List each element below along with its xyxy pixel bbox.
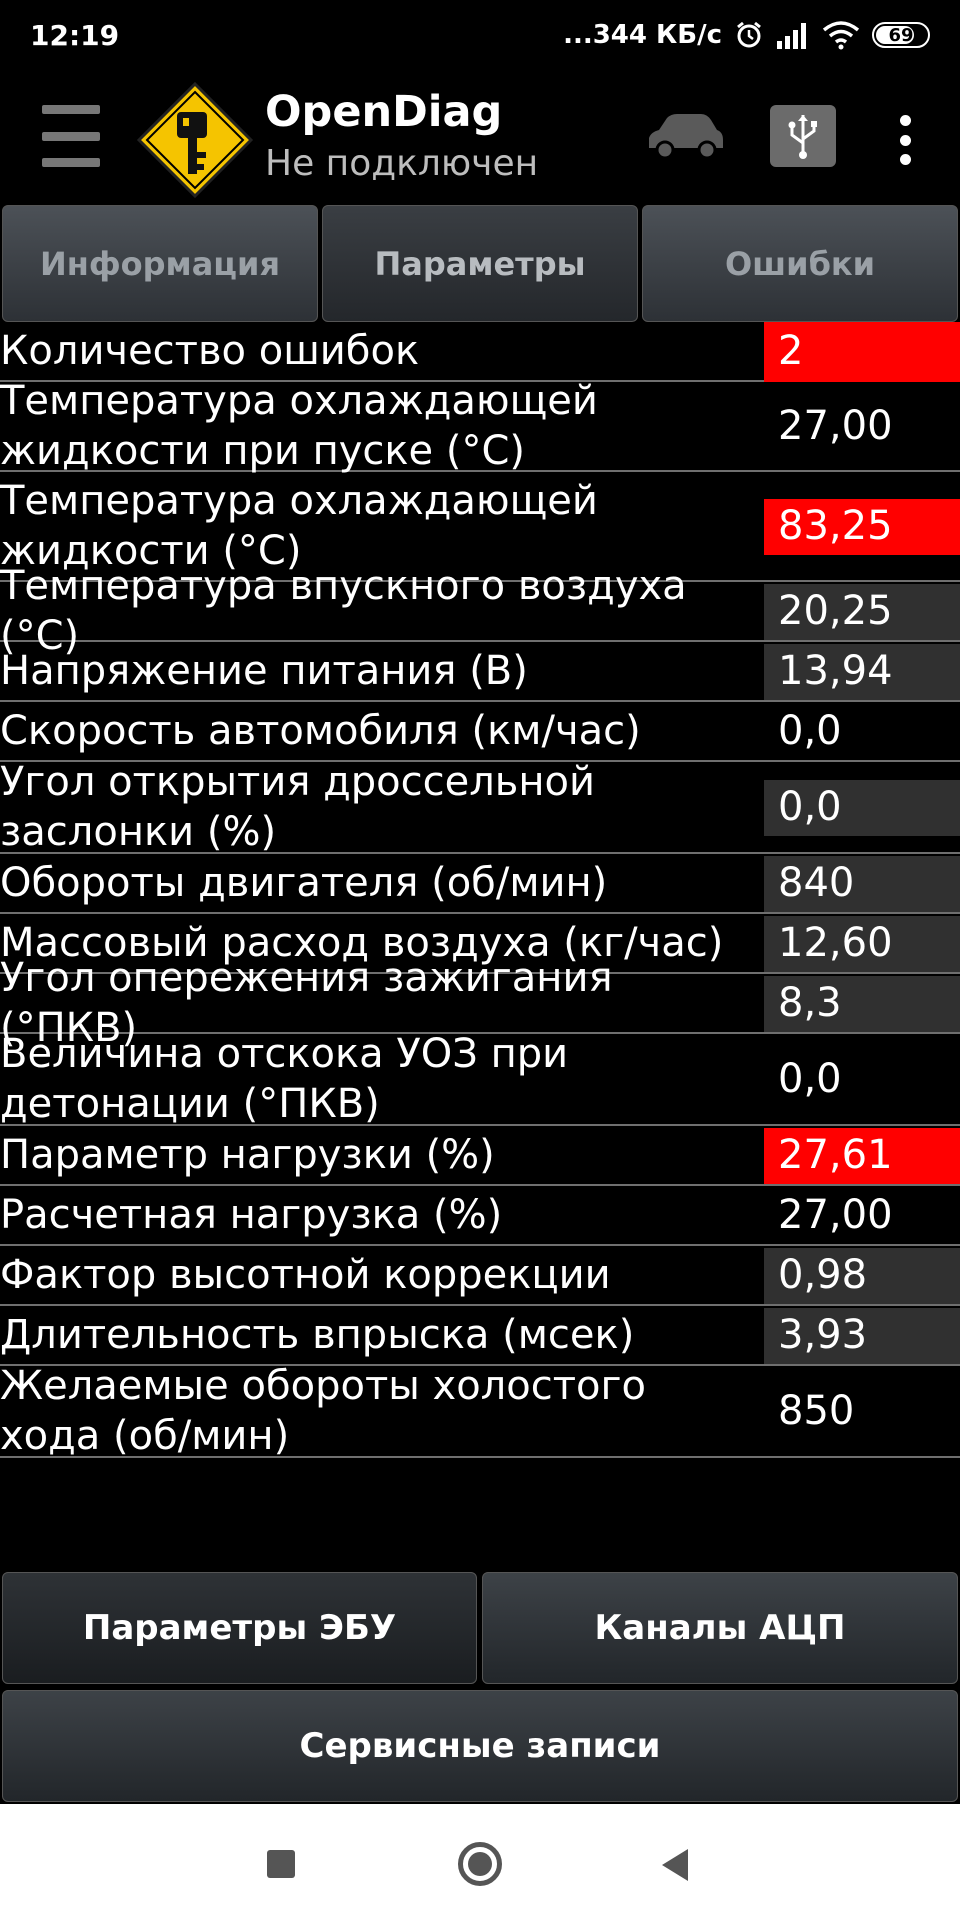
parameter-value: 840 xyxy=(764,854,960,912)
usb-button[interactable] xyxy=(770,105,836,167)
table-row: Фактор высотной коррекции 0,98 xyxy=(0,1246,960,1306)
parameter-label: Параметр нагрузки (%) xyxy=(0,1132,495,1178)
battery-icon: 69 xyxy=(872,22,930,48)
table-row: Скорость автомобиля (км/час) 0,0 xyxy=(0,702,960,762)
parameter-value: 13,94 xyxy=(764,642,960,700)
parameter-label: Температура впускного воздуха (°C) xyxy=(0,563,687,659)
key-diamond-logo-icon xyxy=(136,81,254,199)
parameter-label: Величина отскока УОЗ при детонации (°ПКВ… xyxy=(0,1031,569,1127)
parameter-value-text: 13,94 xyxy=(778,648,893,694)
table-row: Температура охлаждающей жидкости при пус… xyxy=(0,378,960,474)
table-row: Количество ошибок 2 xyxy=(0,322,960,382)
app-toolbar: OpenDiag Не подключен xyxy=(0,70,960,205)
parameter-value: 27,00 xyxy=(764,1186,960,1244)
parameter-label: Количество ошибок xyxy=(0,328,420,374)
parameter-value: 850 xyxy=(764,1366,960,1456)
parameter-value-text: 3,93 xyxy=(778,1312,868,1358)
signal-bars-icon xyxy=(777,23,806,49)
parameter-value-text: 850 xyxy=(778,1388,855,1434)
table-row: Величина отскока УОЗ при детонации (°ПКВ… xyxy=(0,1031,960,1127)
ecu-params-button[interactable]: Параметры ЭБУ xyxy=(2,1572,477,1684)
parameter-value-text: 0,0 xyxy=(778,784,842,830)
status-time: 12:19 xyxy=(30,18,120,52)
parameter-value-text: 2 xyxy=(778,328,804,374)
parameters-table: Количество ошибок 2 Температура охлаждающе… xyxy=(0,322,960,1568)
parameter-value-text: 0,0 xyxy=(778,1056,842,1102)
table-row: Длительность впрыска (мсек) 3,93 xyxy=(0,1306,960,1366)
parameter-value: 2 xyxy=(764,322,960,382)
battery-level: 69 xyxy=(888,24,914,46)
alarm-clock-icon xyxy=(737,21,761,48)
parameter-value: 27,00 xyxy=(764,382,960,470)
system-nav-bar xyxy=(0,1804,960,1920)
parameter-value: 8,3 xyxy=(764,974,960,1032)
parameter-value-text: 12,60 xyxy=(778,920,893,966)
parameter-value-text: 0,0 xyxy=(778,708,842,754)
table-row: Желаемые обороты холостого хода (об/мин)… xyxy=(0,1363,960,1459)
table-row: Обороты двигателя (об/мин) 840 xyxy=(0,854,960,914)
more-vert-icon[interactable] xyxy=(895,115,915,165)
parameter-value: 0,0 xyxy=(764,702,960,760)
back-icon[interactable] xyxy=(662,1849,688,1881)
parameter-value: 0,0 xyxy=(764,762,960,852)
parameter-value: 0,0 xyxy=(764,1034,960,1124)
parameter-value-text: 27,61 xyxy=(778,1132,893,1178)
table-row: Угол открытия дроссельной заслонки (%) 0,… xyxy=(0,759,960,855)
car-icon[interactable] xyxy=(645,110,725,164)
parameter-value-text: 8,3 xyxy=(778,980,842,1026)
parameter-value: 27,61 xyxy=(764,1126,960,1184)
table-row: Температура впускного воздуха (°C) 20,25 xyxy=(0,563,960,659)
parameter-label: Угол открытия дроссельной заслонки (%) xyxy=(0,759,595,855)
table-row: Угол опережения зажигания (°ПКВ) 8,3 xyxy=(0,955,960,1051)
parameter-value: 20,25 xyxy=(764,582,960,640)
parameter-value: 3,93 xyxy=(764,1306,960,1364)
parameter-label: Напряжение питания (В) xyxy=(0,648,528,694)
tab-errors[interactable]: Ошибки xyxy=(642,205,958,322)
app-title: OpenDiag xyxy=(265,87,503,137)
usb-icon xyxy=(788,115,817,159)
parameter-value: 12,60 xyxy=(764,914,960,972)
recents-icon[interactable] xyxy=(267,1850,295,1878)
parameter-label: Обороты двигателя (об/мин) xyxy=(0,860,608,906)
parameter-value: 0,98 xyxy=(764,1246,960,1304)
parameter-label: Угол опережения зажигания (°ПКВ) xyxy=(0,955,613,1051)
wifi-icon xyxy=(822,21,860,50)
service-records-button[interactable]: Сервисные записи xyxy=(2,1690,958,1802)
parameter-value-text: 840 xyxy=(778,860,855,906)
tab-parameters[interactable]: Параметры xyxy=(322,205,638,322)
app-titles: OpenDiag Не подключен xyxy=(265,86,538,190)
connection-status: Не подключен xyxy=(265,143,539,184)
parameter-label: Скорость автомобиля (км/час) xyxy=(0,708,641,754)
parameter-label: Температура охлаждающей жидкости при пус… xyxy=(0,378,598,474)
parameter-value-text: 27,00 xyxy=(778,403,893,449)
parameter-value-text: 20,25 xyxy=(778,588,893,634)
parameter-label: Фактор высотной коррекции xyxy=(0,1252,611,1298)
parameter-value-text: 27,00 xyxy=(778,1192,893,1238)
parameter-label: Желаемые обороты холостого хода (об/мин) xyxy=(0,1363,646,1459)
home-icon[interactable] xyxy=(458,1842,502,1886)
table-row: Параметр нагрузки (%) 27,61 xyxy=(0,1126,960,1186)
tab-bar: Информация Параметры Ошибки xyxy=(0,205,960,322)
parameter-value-text: 0,98 xyxy=(778,1252,868,1298)
parameter-value-text: 83,25 xyxy=(778,503,893,549)
network-speed: ...344 КБ/с xyxy=(563,20,722,50)
hamburger-menu-icon[interactable] xyxy=(42,105,100,167)
parameter-value: 83,25 xyxy=(764,472,960,580)
tab-information[interactable]: Информация xyxy=(2,205,318,322)
status-bar: 12:19 ...344 КБ/с 69 xyxy=(0,0,960,70)
parameter-label: Длительность впрыска (мсек) xyxy=(0,1312,635,1358)
table-row: Напряжение питания (В) 13,94 xyxy=(0,642,960,702)
table-row: Расчетная нагрузка (%) 27,00 xyxy=(0,1186,960,1246)
status-icons: ...344 КБ/с 69 xyxy=(563,20,930,50)
adc-channels-button[interactable]: Каналы АЦП xyxy=(482,1572,958,1684)
parameter-label: Расчетная нагрузка (%) xyxy=(0,1192,503,1238)
